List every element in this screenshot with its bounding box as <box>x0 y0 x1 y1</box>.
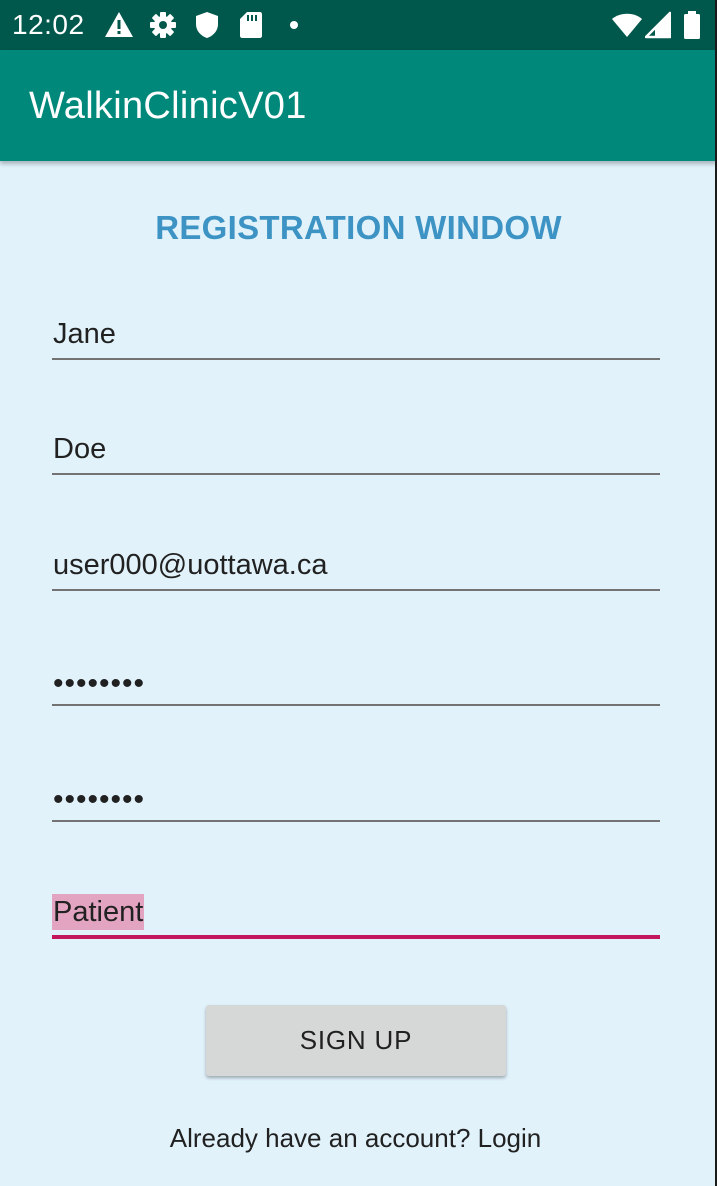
password-underline <box>52 704 660 706</box>
signup-button[interactable]: SIGN UP <box>206 1005 506 1076</box>
status-time: 12:02 <box>12 9 85 40</box>
login-link[interactable]: Already have an account? Login <box>0 1120 711 1156</box>
email-value: user000@uottawa.ca <box>53 549 328 581</box>
cell-signal-icon <box>645 11 671 39</box>
first-name-value: Jane <box>53 318 116 350</box>
registration-screen: 12:02 WalkinClinicV01 REGISTRATION WINDO… <box>0 0 717 1186</box>
password-field[interactable]: •••••••• <box>52 656 660 706</box>
email-underline <box>52 589 660 591</box>
shield-icon <box>195 11 219 39</box>
confirm-password-value: •••••••• <box>53 783 146 816</box>
first-name-field[interactable]: Jane <box>52 310 660 360</box>
first-name-underline <box>52 358 660 360</box>
last-name-underline <box>52 473 660 475</box>
confirm-password-field[interactable]: •••••••• <box>52 772 660 822</box>
battery-icon <box>683 11 701 39</box>
last-name-value: Doe <box>53 433 107 465</box>
confirm-password-underline <box>52 820 660 822</box>
status-bar: 12:02 <box>0 0 717 50</box>
settings-icon <box>149 11 177 39</box>
registration-heading: REGISTRATION WINDOW <box>155 209 562 246</box>
role-field[interactable]: Patient <box>52 889 660 939</box>
password-value: •••••••• <box>53 667 146 700</box>
app-title: WalkinClinicV01 <box>29 85 307 127</box>
role-underline <box>52 935 660 939</box>
role-value: Patient <box>52 894 145 930</box>
wifi-icon <box>611 11 643 39</box>
notification-dot-icon <box>289 11 299 39</box>
app-bar: WalkinClinicV01 <box>0 50 717 161</box>
warning-icon <box>104 11 134 39</box>
email-field[interactable]: user000@uottawa.ca <box>52 541 660 591</box>
last-name-field[interactable]: Doe <box>52 425 660 475</box>
sd-card-icon <box>240 11 262 39</box>
